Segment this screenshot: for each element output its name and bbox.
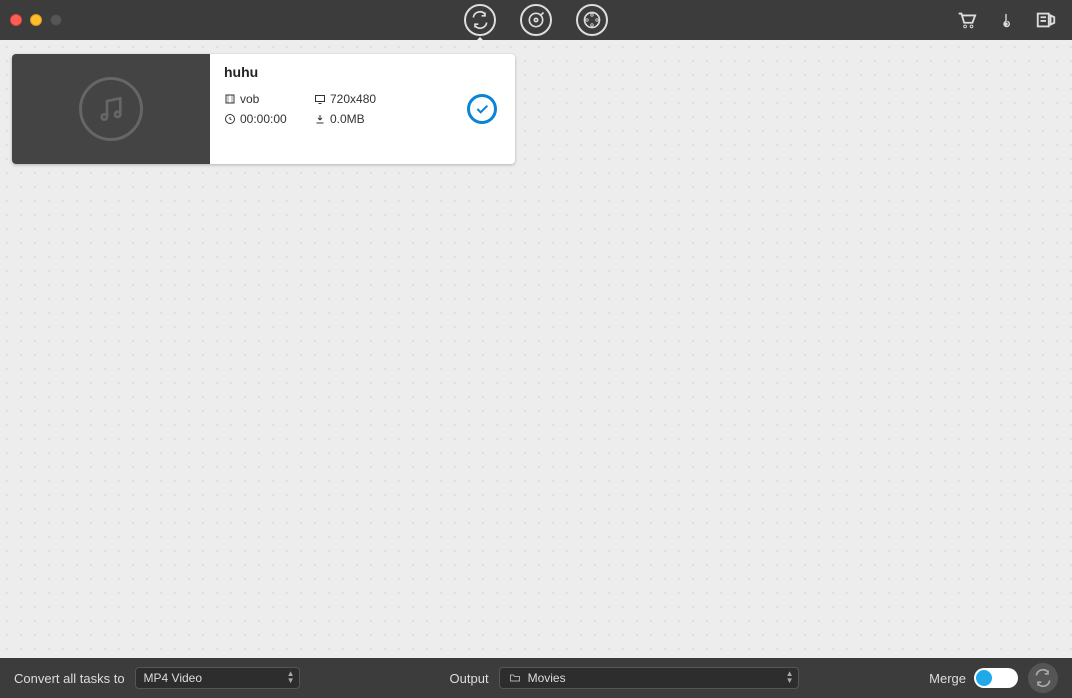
media-library-icon[interactable]: [1034, 9, 1058, 31]
start-convert-button[interactable]: [1028, 663, 1058, 693]
task-thumbnail: [12, 54, 210, 164]
clock-icon: [224, 113, 236, 125]
output-folder-select[interactable]: Movies ▲▼: [499, 667, 799, 689]
convert-label: Convert all tasks to: [14, 671, 125, 686]
task-format-value: vob: [240, 92, 259, 106]
cart-icon[interactable]: [954, 9, 978, 31]
monitor-icon: [314, 93, 326, 105]
task-size-value: 0.0MB: [330, 112, 365, 126]
window-controls: [10, 14, 62, 26]
task-duration-value: 00:00:00: [240, 112, 287, 126]
tab-movie[interactable]: [576, 4, 608, 36]
titlebar-right-actions: [954, 9, 1058, 31]
merge-group: Merge: [929, 668, 1018, 688]
task-size: 0.0MB: [314, 112, 424, 126]
convert-icon: [470, 10, 490, 30]
film-reel-icon: [582, 10, 602, 30]
task-duration: 00:00:00: [224, 112, 314, 126]
output-label: Output: [450, 671, 489, 686]
tab-rip[interactable]: [520, 4, 552, 36]
tab-convert[interactable]: [464, 4, 496, 36]
download-icon: [314, 113, 326, 125]
folder-icon: [508, 672, 522, 684]
task-status-button[interactable]: [467, 94, 497, 124]
select-arrows-icon: ▲▼: [786, 670, 794, 684]
toggle-knob: [976, 670, 992, 686]
film-icon: [224, 93, 236, 105]
music-disc-icon: [79, 77, 143, 141]
task-format: vob: [224, 92, 314, 106]
merge-label: Merge: [929, 671, 966, 686]
bottombar: Convert all tasks to MP4 Video ▲▼ Output…: [0, 658, 1072, 698]
task-card[interactable]: huhu vob 720x480 00:00:00 0.0MB: [12, 54, 515, 164]
select-arrows-icon: ▲▼: [287, 670, 295, 684]
mode-tabs: [464, 4, 608, 36]
merge-toggle[interactable]: [974, 668, 1018, 688]
convert-run-icon: [1033, 668, 1053, 688]
task-resolution: 720x480: [314, 92, 424, 106]
task-info: huhu vob 720x480 00:00:00 0.0MB: [210, 54, 515, 164]
convert-format-value: MP4 Video: [144, 671, 202, 685]
titlebar: [0, 0, 1072, 40]
task-title: huhu: [224, 64, 501, 80]
disc-rip-icon: [526, 10, 546, 30]
convert-format-select[interactable]: MP4 Video ▲▼: [135, 667, 300, 689]
output-folder-value: Movies: [528, 671, 566, 685]
close-window-button[interactable]: [10, 14, 22, 26]
check-icon: [474, 101, 490, 117]
fullscreen-window-button[interactable]: [50, 14, 62, 26]
minimize-window-button[interactable]: [30, 14, 42, 26]
task-list: huhu vob 720x480 00:00:00 0.0MB: [0, 40, 1072, 658]
task-resolution-value: 720x480: [330, 92, 376, 106]
thermometer-icon[interactable]: [998, 9, 1014, 31]
